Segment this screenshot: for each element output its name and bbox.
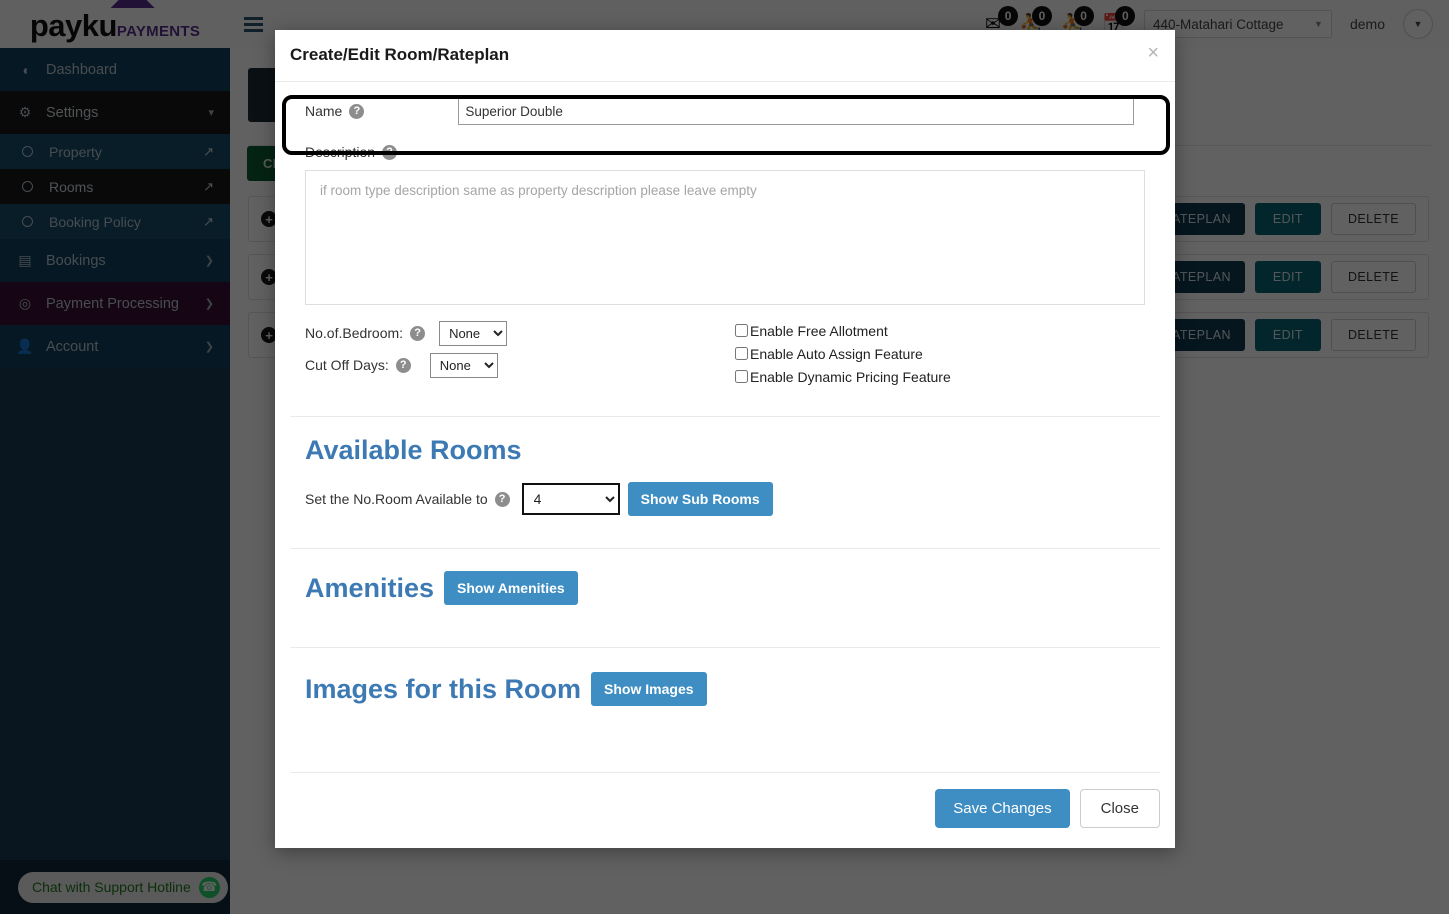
help-icon[interactable]: ? [395,357,411,373]
modal-footer: Save Changes Close [290,772,1160,828]
bedroom-select[interactable]: None [439,320,508,346]
app-root: payku PAYMENTS ◖ Dashboard ⚙ Settings ▾ … [0,0,1449,914]
auto-assign-checkbox[interactable] [735,347,748,360]
help-icon[interactable]: ? [382,144,398,160]
show-amenities-button[interactable]: Show Amenities [444,571,578,605]
description-textarea[interactable] [305,170,1145,305]
close-icon[interactable]: × [1147,43,1159,63]
help-icon[interactable]: ? [410,325,426,341]
available-rooms-label: Set the No.Room Available to [305,491,488,507]
cutoff-select[interactable]: None [429,352,498,378]
dynamic-pricing-label[interactable]: Enable Dynamic Pricing Feature [750,369,951,385]
room-options-left: No.of.Bedroom: ? None Cut Off Days: ? No… [305,317,735,388]
divider [290,647,1160,648]
images-title: Images for this Room [305,673,582,704]
name-field-row: Name ? [290,82,1160,140]
images-section: Images for this Room Show Images [290,672,1160,706]
available-rooms-select[interactable]: 4 [521,483,620,515]
cutoff-field-row: Cut Off Days: ? None [305,349,735,381]
available-rooms-section: Available Rooms Set the No.Room Availabl… [290,435,1160,516]
free-allotment-checkbox[interactable] [735,324,748,337]
help-icon[interactable]: ? [349,103,365,119]
description-label-row: Description ? [290,144,1160,160]
show-sub-rooms-button[interactable]: Show Sub Rooms [627,482,773,516]
free-allotment-label[interactable]: Enable Free Allotment [750,323,888,339]
modal-title: Create/Edit Room/Rateplan [290,45,510,64]
divider [290,416,1160,417]
dynamic-pricing-checkbox[interactable] [735,370,748,383]
bedroom-field-row: No.of.Bedroom: ? None [305,317,735,349]
free-allotment-row: Enable Free Allotment [735,319,951,342]
save-changes-button[interactable]: Save Changes [935,789,1070,828]
modal-header: Create/Edit Room/Rateplan × [275,30,1175,82]
modal-body: Name ? Description ? No.of.Bedroom: ? No… [275,82,1175,706]
divider [290,548,1160,549]
show-images-button[interactable]: Show Images [591,672,707,706]
description-label: Description [305,144,376,160]
feature-checkboxes: Enable Free Allotment Enable Auto Assign… [735,317,951,388]
dynamic-pricing-row: Enable Dynamic Pricing Feature [735,365,951,388]
help-icon[interactable]: ? [494,491,510,507]
auto-assign-row: Enable Auto Assign Feature [735,342,951,365]
create-edit-room-modal: Create/Edit Room/Rateplan × Name ? Descr… [275,30,1175,848]
name-label: Name [305,103,343,119]
cutoff-label: Cut Off Days: [305,357,389,373]
auto-assign-label[interactable]: Enable Auto Assign Feature [750,346,923,362]
bedroom-label: No.of.Bedroom: [305,325,404,341]
available-rooms-title: Available Rooms [305,435,522,465]
available-rooms-controls: Set the No.Room Available to ? 4 Show Su… [305,482,1160,516]
amenities-title: Amenities [305,572,435,603]
amenities-section: Amenities Show Amenities [290,571,1160,605]
name-input[interactable] [458,97,1135,125]
room-options-grid: No.of.Bedroom: ? None Cut Off Days: ? No… [290,317,1160,388]
close-button[interactable]: Close [1079,789,1160,828]
